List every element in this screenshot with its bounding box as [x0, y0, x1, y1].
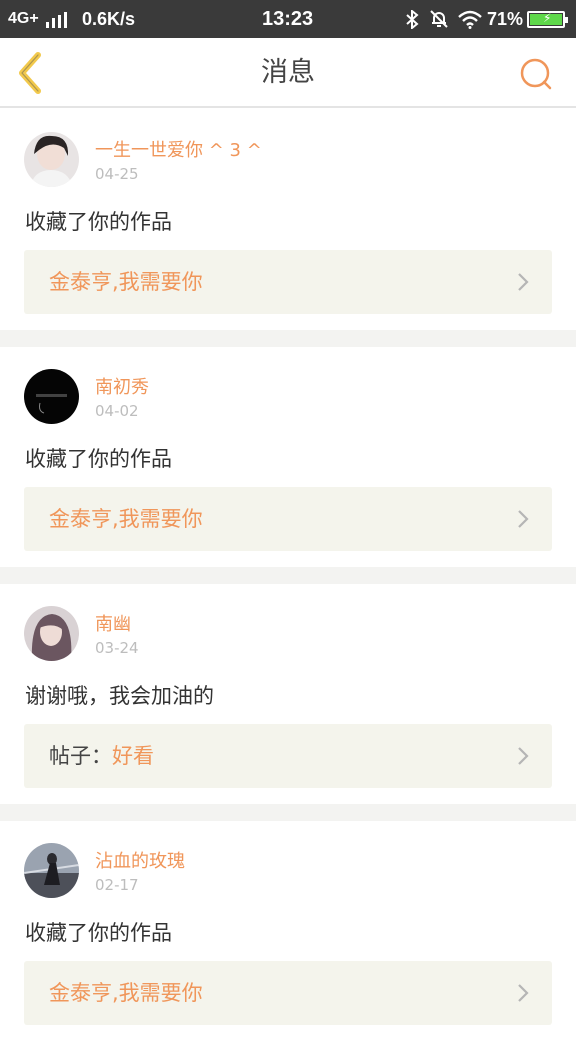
message-item: 南初秀 04-02 收藏了你的作品 金泰亨,我需要你 — [0, 347, 576, 567]
search-icon — [520, 58, 552, 90]
status-bar: 4G+ 0.6K/s 13:23 71% ⚡ — [0, 0, 576, 38]
network-speed: 0.6K/s — [82, 9, 136, 29]
referenced-post-link[interactable]: 帖子：好看 — [24, 724, 552, 788]
avatar[interactable] — [24, 132, 79, 187]
chevron-right-icon — [518, 510, 529, 528]
message-date: 04-25 — [95, 165, 139, 183]
avatar[interactable] — [24, 843, 79, 898]
message-date: 03-24 — [95, 639, 139, 657]
referenced-post-link[interactable]: 金泰亨,我需要你 — [24, 250, 552, 314]
avatar[interactable] — [24, 369, 79, 424]
header: 消息 — [0, 38, 576, 108]
chevron-right-icon — [518, 273, 529, 291]
battery-icon: ⚡ — [527, 11, 568, 28]
referenced-post-text: 金泰亨,我需要你 — [49, 487, 203, 551]
battery-percent: 71% — [487, 9, 524, 29]
referenced-post-link[interactable]: 金泰亨,我需要你 — [24, 961, 552, 1025]
divider — [0, 567, 576, 584]
message-text: 收藏了你的作品 — [25, 921, 172, 945]
username[interactable]: 沾血的玫瑰 — [95, 847, 185, 873]
referenced-post-text: 金泰亨,我需要你 — [49, 250, 203, 314]
message-item: 一生一世爱你 ^ 3 ^ 04-25 收藏了你的作品 金泰亨,我需要你 — [0, 110, 576, 330]
ref-title: 金泰亨,我需要你 — [49, 507, 203, 531]
referenced-post-text: 帖子：好看 — [49, 724, 154, 788]
message-date: 04-02 — [95, 402, 139, 420]
mute-notification-icon — [430, 10, 448, 28]
signal-icon — [46, 12, 68, 28]
username[interactable]: 南初秀 — [95, 373, 149, 399]
ref-title: 金泰亨,我需要你 — [49, 981, 203, 1005]
referenced-post-link[interactable]: 金泰亨,我需要你 — [24, 487, 552, 551]
clock: 13:23 — [262, 8, 314, 30]
message-text: 谢谢哦，我会加油的 — [25, 684, 214, 708]
ref-prefix: 帖子： — [49, 744, 112, 768]
network-type: 4G+ — [8, 10, 39, 27]
avatar[interactable] — [24, 606, 79, 661]
message-text: 收藏了你的作品 — [25, 447, 172, 471]
divider — [0, 804, 576, 821]
wifi-icon — [458, 10, 482, 29]
message-item: 沾血的玫瑰 02-17 收藏了你的作品 金泰亨,我需要你 — [0, 821, 576, 1041]
divider — [0, 330, 576, 347]
referenced-post-text: 金泰亨,我需要你 — [49, 961, 203, 1025]
ref-title: 好看 — [112, 744, 154, 768]
message-list: 一生一世爱你 ^ 3 ^ 04-25 收藏了你的作品 金泰亨,我需要你 南初秀 … — [0, 110, 576, 1041]
message-text: 收藏了你的作品 — [25, 210, 172, 234]
chevron-right-icon — [518, 747, 529, 765]
message-date: 02-17 — [95, 876, 139, 894]
search-button[interactable] — [515, 54, 555, 94]
ref-title: 金泰亨,我需要你 — [49, 270, 203, 294]
bluetooth-icon — [406, 10, 419, 29]
chevron-right-icon — [518, 984, 529, 1002]
username[interactable]: 南幽 — [95, 610, 131, 636]
username[interactable]: 一生一世爱你 ^ 3 ^ — [95, 136, 262, 162]
page-title: 消息 — [261, 57, 315, 88]
message-item: 南幽 03-24 谢谢哦，我会加油的 帖子：好看 — [0, 584, 576, 804]
